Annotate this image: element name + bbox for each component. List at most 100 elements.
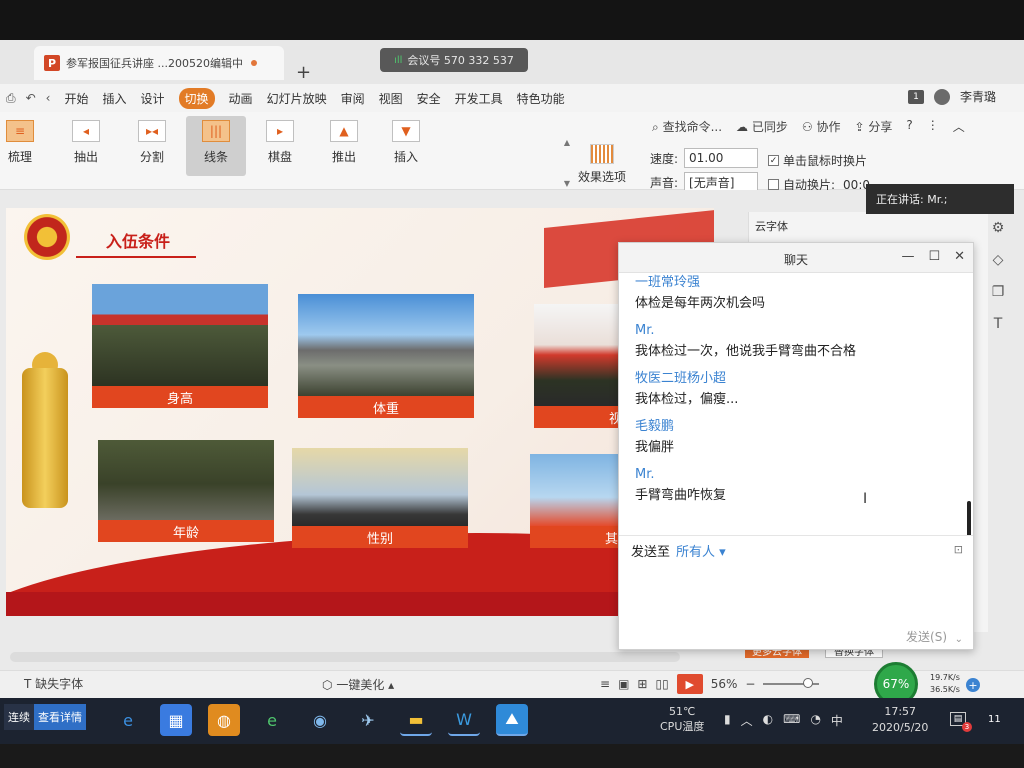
menu-special[interactable]: 特色功能 (517, 90, 565, 107)
transition-insert-button[interactable]: ▼ 插入 (376, 116, 436, 176)
condition-card-weight[interactable]: 体重 (298, 294, 474, 418)
transition-lines-button[interactable]: ||| 线条 (186, 116, 246, 176)
transition-pull-button[interactable]: ◂ 抽出 (56, 116, 116, 176)
undo-icon[interactable]: ↶ (26, 91, 36, 105)
auto-switch-checkbox[interactable] (768, 179, 779, 190)
user-name[interactable]: 李青璐 (960, 88, 996, 105)
document-tab[interactable]: P 参军报国征兵讲座 ...200520编辑中 (34, 46, 284, 80)
unsaved-dot-icon (250, 60, 257, 66)
speed-input[interactable]: 01.00 (684, 148, 759, 168)
print-icon[interactable]: ⎙ (6, 91, 16, 106)
collapse-ribbon-icon[interactable]: ︿ (953, 118, 965, 135)
condition-card-height[interactable]: 身高 (92, 284, 268, 408)
back-icon[interactable]: ‹ (46, 91, 51, 105)
message-text: 我体检过一次，他说我手臂弯曲不合格 (635, 344, 857, 359)
horizontal-scrollbar[interactable] (10, 652, 680, 662)
slide-canvas[interactable]: ★ 入伍条件 身高 体重 视力 年龄 性别 其他 (6, 208, 714, 616)
tray-up-icon[interactable]: ︿ (741, 712, 753, 729)
chevron-down-icon[interactable]: ⌄ (955, 634, 963, 645)
add-icon[interactable]: + (966, 678, 980, 692)
app-grid-icon[interactable]: ▦ (160, 704, 192, 736)
send-button[interactable]: 发送(S) (906, 628, 947, 645)
transition-split-button[interactable]: ▸◂ 分割 (122, 116, 182, 176)
menu-home[interactable]: 开始 (64, 90, 88, 107)
edge-browser-icon[interactable]: e (112, 704, 144, 736)
condition-card-age[interactable]: 年龄 (98, 440, 274, 542)
search-command[interactable]: ⌕ 查找命令... (652, 118, 722, 135)
menu-design[interactable]: 设计 (141, 90, 165, 107)
condition-card-gender[interactable]: 性别 (292, 448, 468, 548)
file-explorer-icon[interactable]: ▬ (400, 704, 432, 736)
play-slideshow-button[interactable]: ▶ (676, 674, 703, 694)
cloud-font-label[interactable]: 云字体 (755, 218, 788, 234)
tencent-meeting-icon[interactable]: ⛰ (496, 704, 528, 736)
more-icon[interactable]: ⋮ (927, 118, 939, 135)
notes-icon[interactable]: ≡ (600, 677, 610, 691)
scroll-down-icon[interactable]: ▼ (564, 179, 570, 188)
sorter-view-icon[interactable]: ⊞ (637, 677, 647, 691)
maximize-icon[interactable]: ☐ (928, 249, 940, 264)
file-transfer-icon[interactable]: ⊡ (954, 543, 963, 556)
zoom-level[interactable]: 56% (711, 677, 738, 691)
chat-scrollbar[interactable] (967, 501, 971, 535)
cpu-temperature[interactable]: 51℃ CPU温度 (660, 704, 704, 734)
user-avatar[interactable] (933, 88, 950, 105)
chat-header[interactable]: 聊天 — ☐ ✕ (619, 243, 973, 273)
battery-icon[interactable]: ▮ (724, 712, 731, 729)
menu-transition[interactable]: 切换 (178, 87, 215, 109)
zoom-out-icon[interactable]: − (745, 677, 755, 691)
normal-view-icon[interactable]: ▣ (618, 677, 629, 691)
toast-details-button[interactable]: 查看详情 (34, 704, 86, 730)
bird-app-icon[interactable]: ✈ (352, 704, 384, 736)
adjust-icon[interactable]: ⚙ (992, 220, 1005, 236)
text-tool-icon[interactable]: T (994, 316, 1003, 332)
click-switch-row[interactable]: ✓ 单击鼠标时换片 (768, 152, 867, 169)
meeting-id-pill[interactable]: ıll 会议号 570 332 537 (380, 48, 528, 72)
wechat-icon[interactable]: ◍ (208, 704, 240, 736)
help-icon[interactable]: ? (906, 118, 912, 135)
ime-indicator[interactable]: 中 (831, 712, 843, 729)
card-caption: 身高 (92, 386, 268, 408)
send-to-select[interactable]: 所有人 ▾ (676, 541, 726, 560)
sound-select[interactable]: [无声音] (684, 172, 759, 192)
slide-title[interactable]: 入伍条件 (106, 228, 170, 252)
notification-toast[interactable]: 连续 查看详情 (4, 704, 86, 730)
minimize-icon[interactable]: — (901, 249, 914, 264)
security-icon[interactable]: ◐ (763, 712, 773, 729)
new-tab-button[interactable]: + (296, 62, 311, 83)
layers-icon[interactable]: ❐ (992, 284, 1005, 300)
effect-options-button[interactable]: 效果选项 (578, 144, 626, 185)
close-icon[interactable]: ✕ (954, 249, 965, 264)
scroll-up-icon[interactable]: ▲ (564, 138, 570, 147)
zoom-slider-knob[interactable] (803, 678, 814, 688)
menu-slideshow[interactable]: 幻灯片放映 (267, 90, 327, 107)
reading-view-icon[interactable]: ▯▯ (655, 677, 668, 691)
notification-count[interactable]: 11 (988, 714, 1001, 725)
clock[interactable]: 17:57 2020/5/20 (872, 704, 928, 736)
network-globe-icon[interactable]: ◉ (304, 704, 336, 736)
keyboard-icon[interactable]: ⌨ (783, 712, 800, 729)
menu-view[interactable]: 视图 (379, 90, 403, 107)
menu-devtools[interactable]: 开发工具 (455, 90, 503, 107)
transition-checker-button[interactable]: ▸ 棋盘 (250, 116, 310, 176)
transition-push-button[interactable]: ▲ 推出 (314, 116, 374, 176)
share-icon: ⇪ (854, 120, 865, 134)
chat-message-list[interactable]: 一班常玲强 体检是每年两次机会吗 Mr. 我体检过一次，他说我手臂弯曲不合格 牧… (619, 273, 975, 535)
menu-animation[interactable]: 动画 (229, 90, 253, 107)
missing-font-button[interactable]: T 缺失字体 (24, 675, 83, 692)
ie-browser-icon[interactable]: e (256, 704, 288, 736)
wps-writer-icon[interactable]: W (448, 704, 480, 736)
click-switch-checkbox[interactable]: ✓ (768, 155, 779, 166)
shape-icon[interactable]: ◇ (993, 252, 1004, 268)
sync-status[interactable]: ☁ 已同步 (736, 118, 788, 135)
menu-security[interactable]: 安全 (417, 90, 441, 107)
zoom-slider[interactable] (763, 678, 820, 688)
collab-button[interactable]: ⚇ 协作 (802, 118, 841, 135)
menu-review[interactable]: 审阅 (341, 90, 365, 107)
share-button[interactable]: ⇪ 分享 (854, 118, 892, 135)
transition-comb-button[interactable]: ≡ 梳理 (0, 116, 50, 176)
gallery-scroll[interactable]: ▲ ▼ (562, 138, 572, 188)
beautify-button[interactable]: ⬡ 一键美化 ▴ (322, 676, 394, 693)
menu-insert[interactable]: 插入 (103, 90, 127, 107)
wifi-icon[interactable]: ◔ (810, 712, 820, 729)
